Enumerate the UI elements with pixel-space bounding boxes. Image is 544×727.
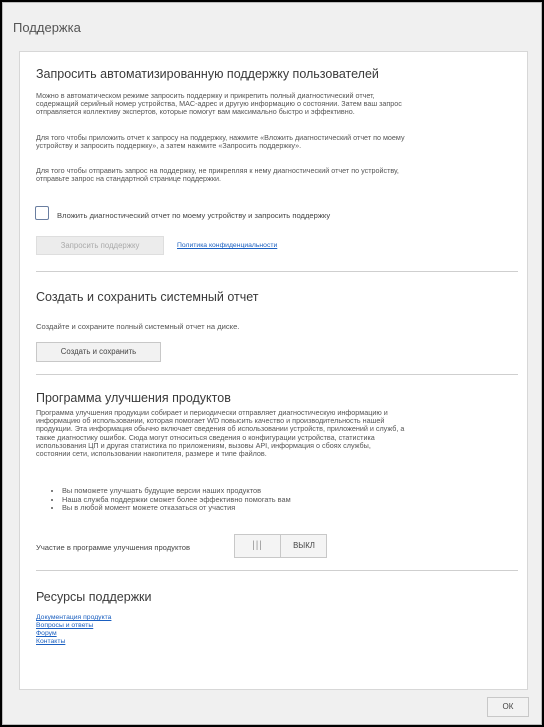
privacy-policy-link[interactable]: Политика конфиденциальности bbox=[177, 242, 277, 250]
faq-link[interactable]: Вопросы и ответы bbox=[36, 622, 93, 630]
section-divider bbox=[36, 374, 518, 375]
text-line: отправляется коллективу экспертов, котор… bbox=[36, 107, 355, 117]
text-line: отправьте запрос на стандартной странице… bbox=[36, 174, 222, 184]
improvement-program-title: Программа улучшения продуктов bbox=[36, 391, 231, 405]
product-documentation-link[interactable]: Документация продукта bbox=[36, 614, 111, 622]
system-report-description: Создайте и сохраните полный системный от… bbox=[36, 322, 240, 331]
attach-report-checkbox-label[interactable]: Вложить диагностический отчет по моему у… bbox=[57, 211, 330, 220]
improvement-toggle-label: Участие в программе улучшения продуктов bbox=[36, 543, 191, 552]
system-report-title: Создать и сохранить системный отчет bbox=[36, 290, 259, 304]
attach-report-checkbox[interactable] bbox=[35, 206, 49, 220]
support-dialog: Поддержка Запросить автоматизированную п… bbox=[2, 2, 542, 725]
improvement-program-description: Программа улучшения продукции собирает и… bbox=[36, 408, 518, 459]
auto-support-description: Можно в автоматическом режиме запросить … bbox=[36, 91, 518, 117]
forum-link[interactable]: Форум bbox=[36, 630, 57, 638]
no-attach-instructions: Для того чтобы отправить запрос на подде… bbox=[36, 166, 518, 184]
support-content-panel: Запросить автоматизированную поддержку п… bbox=[19, 51, 528, 690]
text-line: устройству и запросить поддержку», а зат… bbox=[36, 141, 302, 151]
section-divider bbox=[36, 271, 518, 272]
contacts-link[interactable]: Контакты bbox=[36, 638, 65, 646]
section-divider bbox=[36, 570, 518, 571]
ok-button[interactable]: ОК bbox=[487, 697, 529, 717]
list-item: Вы в любой момент можете отказаться от у… bbox=[62, 504, 291, 513]
toggle-grip-icon[interactable]: ||| bbox=[235, 535, 281, 557]
auto-support-title: Запросить автоматизированную поддержку п… bbox=[36, 67, 379, 81]
toggle-state-text: ВЫКЛ bbox=[293, 541, 315, 550]
attach-instructions: Для того чтобы приложить отчет к запросу… bbox=[36, 133, 518, 151]
text-line: состоянии сети, использовании накопителя… bbox=[36, 449, 267, 459]
support-resources-title: Ресурсы поддержки bbox=[36, 590, 152, 604]
request-support-button[interactable]: Запросить поддержку bbox=[36, 236, 164, 255]
improvement-toggle[interactable]: ||| ВЫКЛ bbox=[234, 534, 327, 558]
improvement-benefits-list: Вы поможете улучшать будущие версии наши… bbox=[52, 486, 291, 513]
dialog-title: Поддержка bbox=[13, 20, 81, 35]
create-save-report-button[interactable]: Создать и сохранить bbox=[36, 342, 161, 362]
